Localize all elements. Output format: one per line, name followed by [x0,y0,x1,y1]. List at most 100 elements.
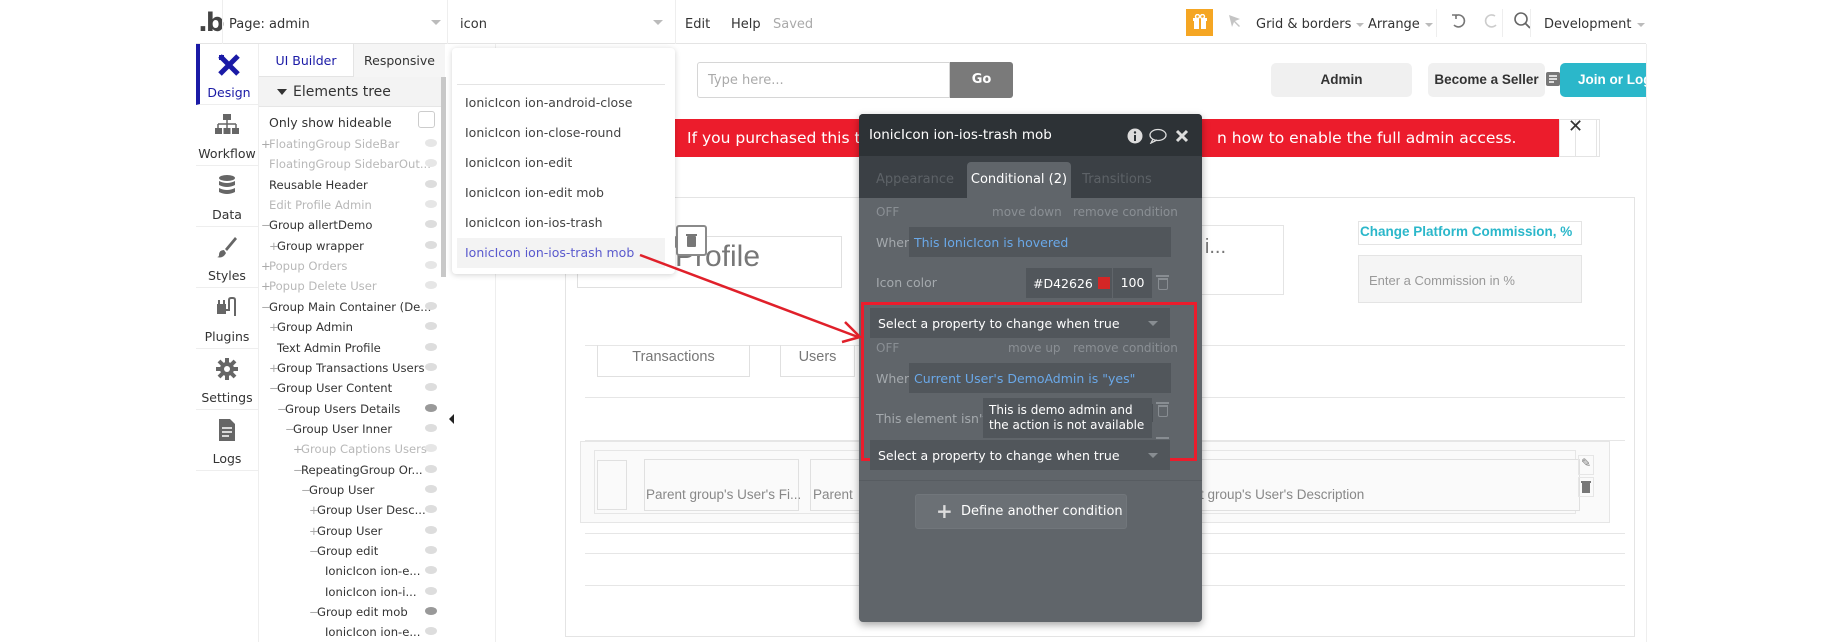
eye-icon[interactable] [425,484,437,493]
tree-item[interactable]: + FloatingGroup SideBar [259,134,441,154]
element-search-input[interactable]: icon [452,0,676,44]
become-seller-button[interactable]: Become a Seller [1428,63,1545,97]
menu-edit[interactable]: Edit [685,17,710,32]
tree-item[interactable]: + Popup Delete User [259,276,441,296]
eye-icon[interactable] [425,342,437,351]
commission-input[interactable]: Enter a Commission in % [1358,255,1582,303]
eye-icon[interactable] [425,586,437,595]
tree-item[interactable]: − Group User Content [259,378,441,398]
elements-tree-header[interactable]: Elements tree [259,77,441,107]
eye-icon[interactable] [425,505,437,514]
eye-icon[interactable] [425,607,437,616]
page-search-input[interactable]: Type here... [697,62,950,98]
dropdown-item[interactable]: IonicIcon ion-close-round [457,118,665,148]
tree-item[interactable]: − Group allertDemo [259,215,441,235]
only-show-hideable-checkbox[interactable] [418,111,435,128]
tree-scrollbar[interactable] [441,77,446,277]
tree-item[interactable]: − Group Main Container (De... [259,297,441,317]
eye-icon[interactable] [425,362,437,371]
tab-transitions[interactable]: Transitions [1072,162,1162,198]
join-login-button[interactable]: Join or Log in [1560,63,1646,97]
info-icon[interactable] [1127,114,1143,156]
condition-1-status[interactable]: OFF [876,205,899,219]
condition-1-expression[interactable]: This IonicIcon is hovered [909,227,1171,257]
tree-item[interactable]: Text Admin Profile [259,338,441,358]
tree-item[interactable]: FloatingGroup SidebarOut... [259,154,441,174]
close-icon[interactable] [1175,114,1189,156]
nav-design[interactable]: Design [196,44,258,105]
dropdown-item[interactable]: IonicIcon ion-edit mob [457,178,665,208]
tree-item[interactable]: + Group Captions Users [259,439,441,459]
page-selector[interactable]: Page: admin [222,0,448,44]
tooltip-text-input[interactable]: This is demo admin and the action is not… [983,398,1152,438]
trash-icon[interactable] [1156,275,1169,290]
condition-2-status[interactable]: OFF [876,341,899,355]
tree-item[interactable]: + Group User Desc... [259,500,441,520]
icon-opacity-input[interactable]: 100 [1112,268,1152,298]
eye-icon[interactable] [425,423,437,432]
gift-icon[interactable] [1186,9,1213,36]
tab-ui-builder[interactable]: UI Builder [259,44,353,77]
pencil-icon[interactable]: ✎ [1578,455,1594,475]
tab-appearance[interactable]: Appearance [867,162,963,198]
tree-item[interactable]: − RepeatingGroup Or... [259,460,441,480]
go-button[interactable]: Go [950,62,1013,98]
eye-icon[interactable] [425,627,437,636]
dropdown-item[interactable]: IonicIcon ion-ios-trash [457,208,665,238]
tree-item[interactable]: + Group wrapper [259,236,441,256]
eye-icon[interactable] [425,179,437,188]
trash-icon[interactable] [1578,477,1594,497]
tree-item[interactable]: − Group Users Details [259,399,441,419]
tree-item[interactable]: IonicIcon ion-e... [259,561,441,581]
nav-settings[interactable]: Settings [196,349,258,410]
nav-logs[interactable]: Logs [196,410,258,471]
undo-icon[interactable] [1450,12,1468,35]
tree-item[interactable]: + Group Transactions Users [259,358,441,378]
eye-icon[interactable] [425,301,437,310]
condition-1-move-down[interactable]: move down [992,205,1062,219]
eye-icon[interactable] [425,444,437,453]
eye-icon[interactable] [425,220,437,229]
menu-help[interactable]: Help [731,17,761,32]
bubble-logo[interactable]: .b [198,8,224,38]
condition-2-remove[interactable]: remove condition [1073,341,1178,355]
condition-2-property-select[interactable]: Select a property to change when true [870,440,1170,470]
nav-data[interactable]: Data [196,166,258,227]
nav-workflow[interactable]: Workflow [196,105,258,166]
menu-lines-icon[interactable] [1546,72,1560,86]
eye-icon[interactable] [425,200,437,209]
tab-responsive[interactable]: Responsive [353,44,445,77]
dropdown-item[interactable]: IonicIcon ion-edit [457,148,665,178]
dropdown-item[interactable]: IonicIcon ion-ios-trash mob [457,238,665,268]
condition-1-remove[interactable]: remove condition [1073,205,1178,219]
color-swatch[interactable] [1098,277,1110,289]
eye-icon[interactable] [425,566,437,575]
redo-icon[interactable] [1482,12,1500,35]
condition-2-expression[interactable]: Current User's DemoAdmin is "yes" [909,363,1171,393]
eye-icon[interactable] [425,546,437,554]
condition-2-move-up[interactable]: move up [1008,341,1061,355]
cursor-icon[interactable] [1227,13,1243,33]
tree-item[interactable]: + Group Admin [259,317,441,337]
dropdown-item[interactable]: IonicIcon ion-android-close [457,88,665,118]
collapse-panel-icon[interactable] [449,414,454,424]
tab-conditional[interactable]: Conditional (2) [967,162,1071,198]
tree-item[interactable]: − Group edit [259,541,441,561]
tree-item[interactable]: − Group User [259,480,441,500]
eye-icon[interactable] [425,261,437,270]
admin-button[interactable]: Admin [1271,63,1412,97]
tree-item[interactable]: + Group User [259,521,441,541]
close-icon[interactable]: ✕ [1568,116,1583,137]
eye-icon[interactable] [425,159,437,168]
eye-icon[interactable] [425,240,437,249]
comment-icon[interactable] [1149,114,1167,156]
eye-icon[interactable] [425,322,437,331]
eye-icon[interactable] [425,525,437,534]
tree-item[interactable]: − Group edit mob [259,602,441,622]
eye-icon[interactable] [425,281,437,290]
eye-icon[interactable] [425,139,437,147]
tab-users[interactable]: Users [780,345,855,377]
tree-item[interactable]: − Group User Inner [259,419,441,439]
eye-icon[interactable] [425,383,437,392]
nav-styles[interactable]: Styles [196,227,258,288]
